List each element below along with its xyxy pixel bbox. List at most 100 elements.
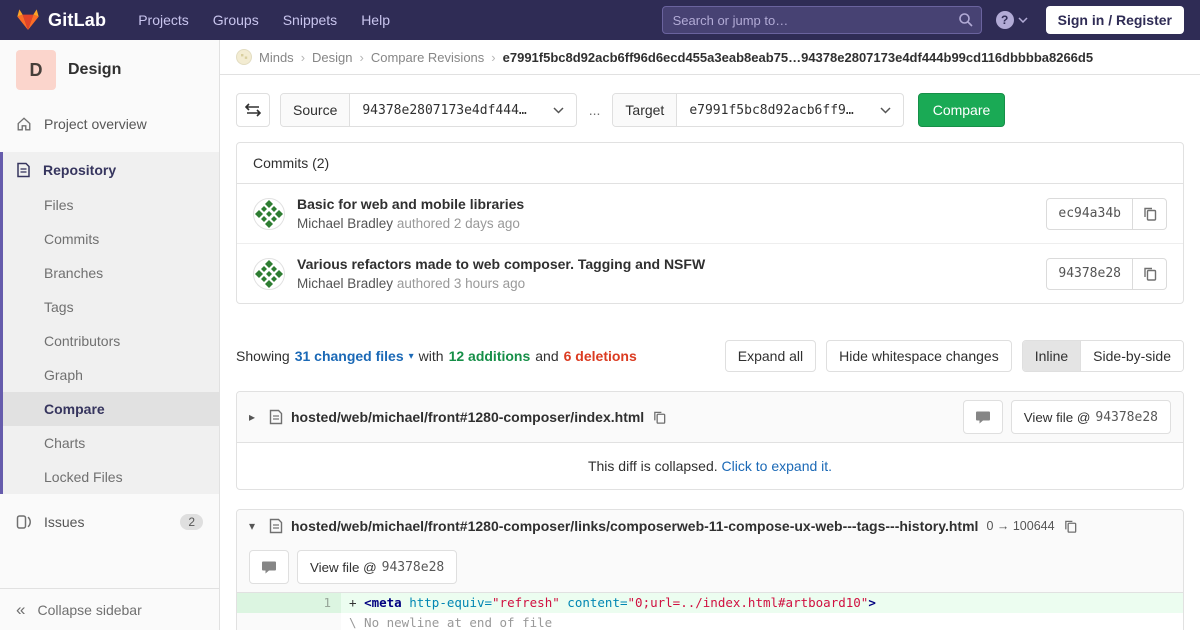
commits-panel: Commits (2) Basic f: [236, 142, 1184, 304]
toggle-comments-button[interactable]: [249, 550, 289, 584]
source-ref-dropdown[interactable]: 94378e2807173e4df444…: [350, 94, 575, 126]
addition-marker: +: [349, 595, 364, 610]
target-ref-dropdown[interactable]: e7991f5bc8d92acb6ff9…: [677, 94, 902, 126]
caret-down-icon[interactable]: ▾: [249, 519, 261, 533]
copy-path-button[interactable]: [652, 410, 667, 425]
chevron-down-icon: [553, 107, 564, 114]
commit-short-sha[interactable]: ec94a34b: [1047, 199, 1132, 229]
gitlab-logo[interactable]: GitLab: [16, 8, 106, 32]
sidebar-item-project-overview[interactable]: Project overview: [0, 106, 219, 142]
commit-author-avatar[interactable]: [253, 258, 285, 290]
swap-revisions-button[interactable]: [236, 93, 270, 127]
commit-author-link[interactable]: Michael Bradley: [297, 276, 393, 291]
expand-diff-link[interactable]: Click to expand it.: [722, 458, 833, 474]
commit-sha-group: 94378e28: [1046, 258, 1167, 290]
collapse-sidebar-label: Collapse sidebar: [37, 602, 141, 618]
commit-info: Basic for web and mobile libraries Micha…: [297, 196, 524, 231]
with-label: with: [419, 348, 444, 364]
sidebar-item-label: Project overview: [44, 116, 147, 132]
copy-sha-button[interactable]: [1132, 259, 1166, 289]
sidebar-item-branches[interactable]: Branches: [3, 256, 219, 290]
changed-files-dropdown[interactable]: 31 changed files: [295, 348, 404, 364]
commit-short-sha[interactable]: 94378e28: [1047, 259, 1132, 289]
commit-title-link[interactable]: Basic for web and mobile libraries: [297, 196, 524, 212]
code-token-string: "0;url=../index.html#artboard10": [628, 595, 869, 610]
sign-in-register-button[interactable]: Sign in / Register: [1046, 6, 1184, 34]
breadcrumb-minds[interactable]: Minds: [259, 50, 294, 65]
copy-path-button[interactable]: [1063, 519, 1078, 534]
old-line-number[interactable]: [237, 593, 289, 613]
commit-author-avatar[interactable]: [253, 198, 285, 230]
toggle-comments-button[interactable]: [963, 400, 1003, 434]
view-file-button[interactable]: View file @ 94378e28: [1011, 400, 1171, 434]
collapse-sidebar-button[interactable]: « Collapse sidebar: [0, 588, 219, 630]
diff-file-panel: ▾ hosted/web/michael/front#1280-composer…: [236, 509, 1184, 630]
side-by-side-view-button[interactable]: Side-by-side: [1080, 341, 1183, 371]
breadcrumb-compare-revisions[interactable]: Compare Revisions: [371, 50, 484, 65]
nav-link-projects[interactable]: Projects: [126, 0, 201, 40]
caret-right-icon[interactable]: ▸: [249, 410, 261, 424]
view-file-label: View file @: [1024, 410, 1091, 425]
nav-link-groups[interactable]: Groups: [201, 0, 271, 40]
breadcrumb: Minds › Design › Compare Revisions › e79…: [220, 40, 1200, 75]
collapsed-diff-message: This diff is collapsed. Click to expand …: [237, 443, 1183, 489]
target-ref-group: Target e7991f5bc8d92acb6ff9…: [612, 93, 903, 127]
inline-view-button[interactable]: Inline: [1023, 341, 1080, 371]
commit-row: Basic for web and mobile libraries Micha…: [237, 184, 1183, 243]
commit-info: Various refactors made to web composer. …: [297, 256, 705, 291]
commit-row: Various refactors made to web composer. …: [237, 243, 1183, 303]
copy-sha-button[interactable]: [1132, 199, 1166, 229]
main-content: Minds › Design › Compare Revisions › e79…: [220, 40, 1200, 630]
diff-line-added: 1 + <meta http-equiv="refresh" content="…: [237, 593, 1183, 613]
target-label: Target: [613, 94, 677, 126]
compare-button[interactable]: Compare: [918, 93, 1006, 127]
issues-icon: [16, 514, 32, 530]
help-menu[interactable]: ?: [996, 11, 1028, 29]
project-context-header[interactable]: D Design: [0, 40, 219, 106]
sidebar-item-tags[interactable]: Tags: [3, 290, 219, 324]
comment-icon: [261, 560, 277, 575]
search-icon[interactable]: [958, 12, 974, 28]
expand-all-button[interactable]: Expand all: [725, 340, 816, 372]
source-label: Source: [281, 94, 350, 126]
nav-link-snippets[interactable]: Snippets: [271, 0, 349, 40]
commit-title-link[interactable]: Various refactors made to web composer. …: [297, 256, 705, 272]
diff-stats-text: Showing 31 changed files ▾ with 12 addit…: [236, 348, 637, 364]
sidebar-item-contributors[interactable]: Contributors: [3, 324, 219, 358]
view-file-button[interactable]: View file @ 94378e28: [297, 550, 457, 584]
project-avatar: D: [16, 50, 56, 90]
commit-author-link[interactable]: Michael Bradley: [297, 216, 393, 231]
help-icon: ?: [996, 11, 1014, 29]
breadcrumb-separator: ›: [301, 50, 305, 65]
navbar-search: [662, 6, 982, 34]
diff-file-path[interactable]: hosted/web/michael/front#1280-composer/i…: [291, 409, 644, 425]
and-label: and: [535, 348, 558, 364]
code-token-attr: content=: [567, 595, 627, 610]
project-name: Design: [68, 61, 121, 79]
sidebar-item-repository[interactable]: Repository: [3, 152, 219, 188]
sidebar-item-locked-files[interactable]: Locked Files: [3, 460, 219, 494]
sidebar-item-files[interactable]: Files: [3, 188, 219, 222]
hide-whitespace-button[interactable]: Hide whitespace changes: [826, 340, 1012, 372]
chevron-down-icon: [1018, 17, 1028, 23]
sidebar-item-commits[interactable]: Commits: [3, 222, 219, 256]
code-token-tag: <meta: [364, 595, 402, 610]
sidebar-item-compare[interactable]: Compare: [3, 392, 219, 426]
sidebar-item-label: Repository: [43, 162, 116, 178]
compare-revisions-form: Source 94378e2807173e4df444… ... Target …: [236, 93, 1184, 127]
target-ref-value: e7991f5bc8d92acb6ff9…: [689, 103, 853, 118]
sidebar-item-graph[interactable]: Graph: [3, 358, 219, 392]
commit-sha-group: ec94a34b: [1046, 198, 1167, 230]
commits-panel-title: Commits (2): [237, 143, 1183, 184]
deletions-count: 6 deletions: [564, 348, 637, 364]
sidebar-item-issues[interactable]: Issues 2: [0, 502, 219, 542]
view-file-sha: 94378e28: [1095, 410, 1158, 425]
search-input[interactable]: [662, 6, 982, 34]
breadcrumb-design[interactable]: Design: [312, 50, 352, 65]
diff-file-path[interactable]: hosted/web/michael/front#1280-composer/l…: [291, 518, 978, 534]
new-line-number[interactable]: 1: [289, 593, 341, 613]
diff-line-no-newline: \ No newline at end of file: [237, 613, 1183, 630]
navbar-links: Projects Groups Snippets Help: [126, 0, 402, 40]
nav-link-help[interactable]: Help: [349, 0, 402, 40]
sidebar-item-charts[interactable]: Charts: [3, 426, 219, 460]
